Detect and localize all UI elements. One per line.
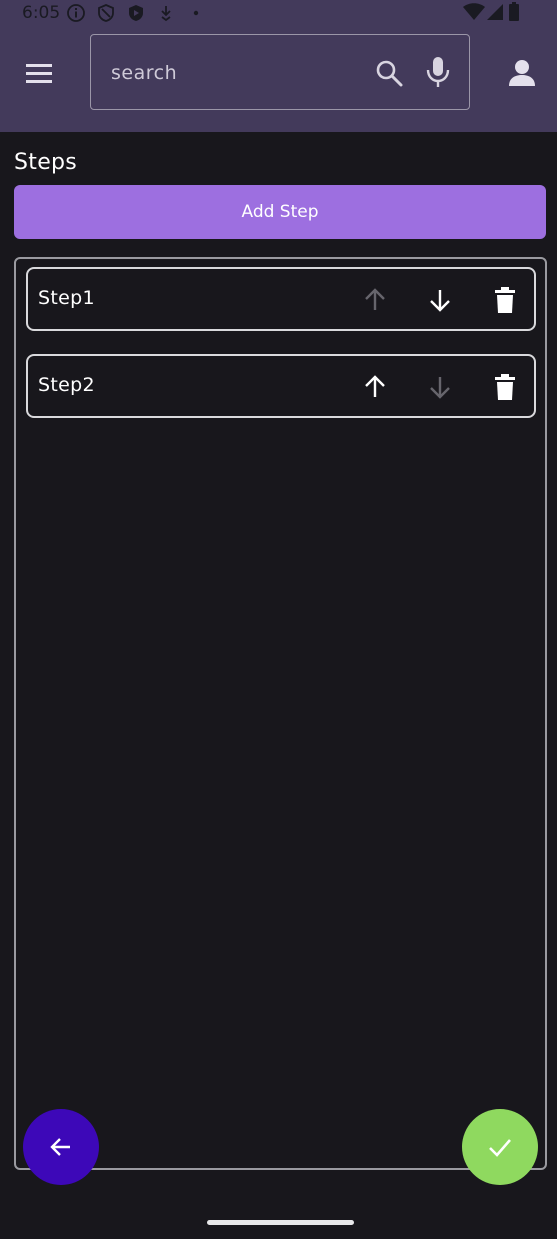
shield-icon xyxy=(98,4,114,22)
dot-icon xyxy=(193,10,199,16)
move-up-button xyxy=(358,283,392,317)
arrow-down-icon xyxy=(430,290,450,312)
step-row[interactable]: Step2 xyxy=(26,354,536,418)
play-protect-icon xyxy=(129,5,143,21)
account-icon[interactable] xyxy=(505,56,539,90)
status-bar: 6:05 xyxy=(0,0,557,28)
move-down-button xyxy=(423,370,457,404)
confirm-fab[interactable] xyxy=(462,1109,538,1185)
add-step-button[interactable]: Add Step xyxy=(14,185,546,239)
arrow-up-icon xyxy=(365,288,385,310)
arrow-left-icon xyxy=(50,1138,70,1156)
trash-icon xyxy=(495,374,515,400)
page-title: Steps xyxy=(14,150,78,175)
step-label: Step1 xyxy=(38,287,95,309)
check-icon xyxy=(489,1139,511,1157)
trash-icon xyxy=(495,287,515,313)
download-icon xyxy=(161,6,171,22)
step-label: Step2 xyxy=(38,374,95,396)
info-icon xyxy=(67,4,85,22)
app-bar: 6:05 xyxy=(0,0,557,132)
status-time: 6:05 xyxy=(22,3,61,23)
search-input[interactable] xyxy=(111,57,351,89)
move-down-button[interactable] xyxy=(423,283,457,317)
delete-button[interactable] xyxy=(488,370,522,404)
delete-button[interactable] xyxy=(488,283,522,317)
arrow-down-icon xyxy=(430,377,450,399)
mic-icon[interactable] xyxy=(425,56,451,88)
steps-list: Step1 Step2 xyxy=(14,257,547,1170)
arrow-up-icon xyxy=(365,375,385,397)
battery-icon xyxy=(509,2,519,21)
back-fab[interactable] xyxy=(23,1109,99,1185)
home-indicator[interactable] xyxy=(207,1220,354,1225)
signal-icon xyxy=(487,4,503,20)
menu-icon[interactable] xyxy=(22,56,58,92)
move-up-button[interactable] xyxy=(358,370,392,404)
wifi-icon xyxy=(463,3,485,20)
search-icon[interactable] xyxy=(374,58,404,88)
search-field[interactable] xyxy=(90,34,470,110)
step-row[interactable]: Step1 xyxy=(26,267,536,331)
